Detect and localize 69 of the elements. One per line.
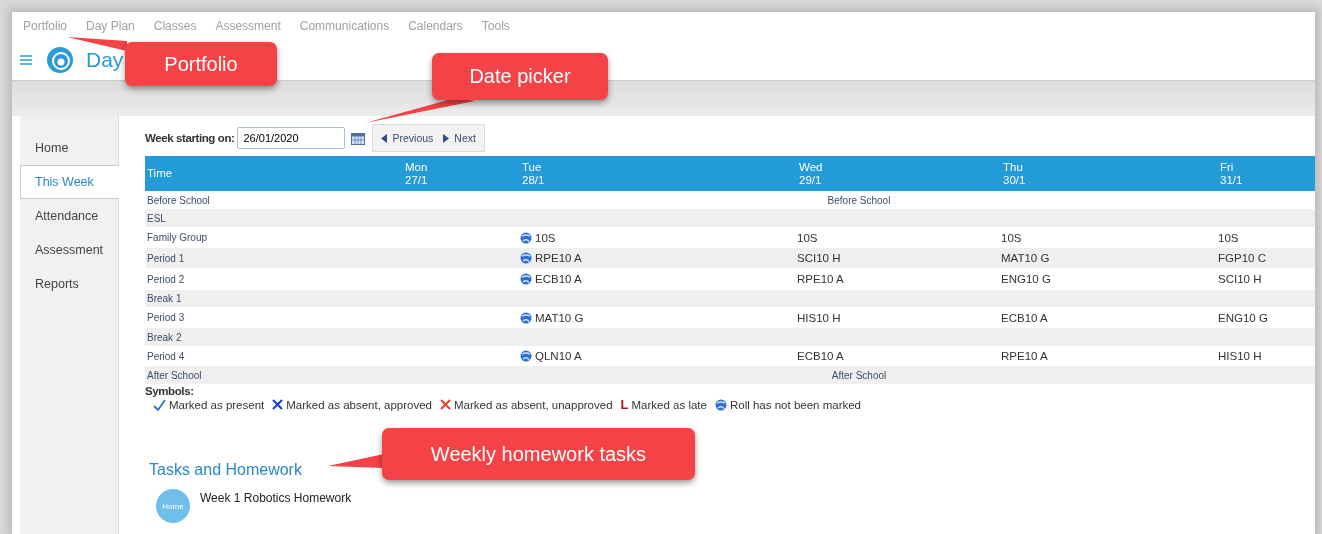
class-cell[interactable]: HIS10 H <box>797 311 1001 324</box>
column-header: Fri 31/1 <box>1219 160 1244 187</box>
late-icon: L <box>620 397 629 412</box>
tasks-heading: Tasks and Homework <box>149 461 303 479</box>
logo-icon <box>46 46 74 74</box>
class-cell[interactable]: RPE10 A <box>520 252 797 264</box>
class-cell[interactable]: 10S <box>797 231 1001 244</box>
class-cell[interactable]: ENG10 G <box>1001 273 1218 285</box>
class-cell[interactable]: ECB10 A <box>520 273 797 285</box>
time-slot: Break 2 <box>145 331 403 343</box>
legend-label: Marked as absent, unapproved <box>454 398 613 411</box>
calendar-icon[interactable] <box>351 131 366 145</box>
column-header: Tue 28/1 <box>521 160 546 187</box>
class-cell[interactable]: RPE10 A <box>1001 350 1218 362</box>
right-triangle-icon <box>443 133 450 143</box>
time-slot: After School <box>145 369 403 381</box>
column-header: Time <box>146 167 174 180</box>
symbols-title: Symbols: <box>145 385 195 397</box>
class-cell[interactable]: 10S <box>1218 231 1315 244</box>
span-text: After School <box>830 369 888 381</box>
time-slot: Break 1 <box>145 293 403 304</box>
next-button[interactable]: Next <box>443 132 476 144</box>
class-cell[interactable]: HIS10 H <box>1218 350 1315 362</box>
class-cell[interactable]: ENG10 G <box>1218 311 1315 324</box>
task-badge: Home <box>156 489 190 523</box>
class-cell[interactable]: MAT10 G <box>520 311 797 324</box>
class-cell[interactable]: 10S <box>520 231 797 244</box>
legend-label: Marked as present <box>169 398 265 411</box>
time-slot: Period 3 <box>145 312 403 323</box>
sidebar-item[interactable]: Assessment <box>20 233 119 267</box>
left-triangle-icon <box>381 133 388 143</box>
logo-text: Day <box>86 48 124 72</box>
legend-label: Marked as absent, approved <box>286 398 432 411</box>
class-cell[interactable]: ECB10 A <box>797 350 1001 362</box>
class-cell[interactable]: SCI10 H <box>797 252 1001 264</box>
week-label: Week starting on: <box>145 132 235 144</box>
sidebar-item[interactable]: Home <box>20 131 119 165</box>
sidebar-item[interactable]: Attendance <box>20 199 119 233</box>
time-slot: Period 2 <box>145 273 403 285</box>
callout: Portfolio <box>125 42 277 86</box>
time-slot: Before School <box>145 194 403 206</box>
cross-icon <box>440 399 451 410</box>
time-slot: Family Group <box>145 232 403 243</box>
legend-label: Marked as late <box>631 398 707 411</box>
date-field[interactable]: 26/01/2020 <box>237 127 346 149</box>
class-cell[interactable]: MAT10 G <box>1001 252 1218 264</box>
class-cell[interactable]: SCI10 H <box>1218 273 1315 285</box>
class-cell[interactable]: QLN10 A <box>520 350 797 362</box>
span-text: Before School <box>826 194 892 206</box>
callout: Weekly homework tasks <box>382 428 695 480</box>
cross-icon <box>272 399 284 410</box>
check-icon <box>153 398 166 411</box>
legend-label: Roll has not been marked <box>729 398 861 411</box>
class-cell[interactable]: 10S <box>1001 231 1218 244</box>
globe-icon <box>714 398 727 411</box>
time-slot: Period 4 <box>145 350 403 362</box>
time-slot: ESL <box>145 212 403 224</box>
column-header: Mon 27/1 <box>404 160 429 187</box>
time-slot: Period 1 <box>145 252 403 264</box>
column-header: Thu 30/1 <box>1002 160 1027 187</box>
sidebar-item[interactable]: This Week <box>20 165 119 199</box>
task-title[interactable]: Week 1 Robotics Homework <box>200 491 352 523</box>
previous-button[interactable]: Previous <box>381 132 434 144</box>
class-cell[interactable]: FGP10 C <box>1218 252 1315 264</box>
class-cell[interactable]: ECB10 A <box>1001 311 1218 324</box>
sidebar-item[interactable]: Reports <box>20 267 119 301</box>
leader-line <box>67 37 127 51</box>
class-cell[interactable]: RPE10 A <box>797 273 1001 285</box>
column-header: Wed 29/1 <box>798 160 824 187</box>
